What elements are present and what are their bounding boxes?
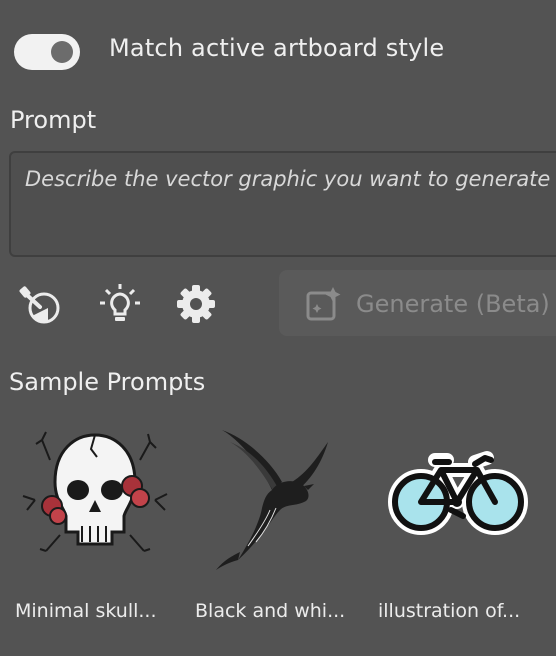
toggle-switch[interactable] bbox=[14, 34, 80, 70]
prompt-input[interactable]: Describe the vector graphic you want to … bbox=[9, 151, 556, 257]
prompt-label: Prompt bbox=[10, 106, 97, 134]
generate-button[interactable]: Generate (Beta) bbox=[279, 270, 556, 336]
sample-prompt-bird[interactable]: Black and whi... bbox=[195, 420, 355, 640]
toggle-label: Match active artboard style bbox=[109, 34, 445, 62]
generate-label: Generate (Beta) bbox=[356, 290, 550, 318]
sample-prompts-heading: Sample Prompts bbox=[9, 368, 206, 396]
generate-icon bbox=[306, 287, 341, 321]
toggle-knob bbox=[51, 41, 73, 63]
skull-illustration bbox=[22, 431, 168, 552]
match-style-toggle[interactable] bbox=[14, 30, 80, 74]
sample-prompt-bicycle[interactable]: illustration of... bbox=[378, 420, 538, 640]
prompt-placeholder: Describe the vector graphic you want to … bbox=[25, 167, 551, 191]
style-picker-icon[interactable] bbox=[18, 282, 62, 326]
bicycle-illustration bbox=[388, 451, 528, 535]
gear-icon[interactable] bbox=[174, 282, 218, 326]
lightbulb-icon[interactable] bbox=[98, 282, 142, 326]
sample-caption: Black and whi... bbox=[195, 600, 346, 622]
bird-illustration bbox=[216, 430, 328, 570]
sample-caption: illustration of... bbox=[378, 600, 521, 622]
sample-prompt-skull[interactable]: Minimal skull... bbox=[15, 420, 175, 640]
sample-caption: Minimal skull... bbox=[15, 600, 157, 622]
